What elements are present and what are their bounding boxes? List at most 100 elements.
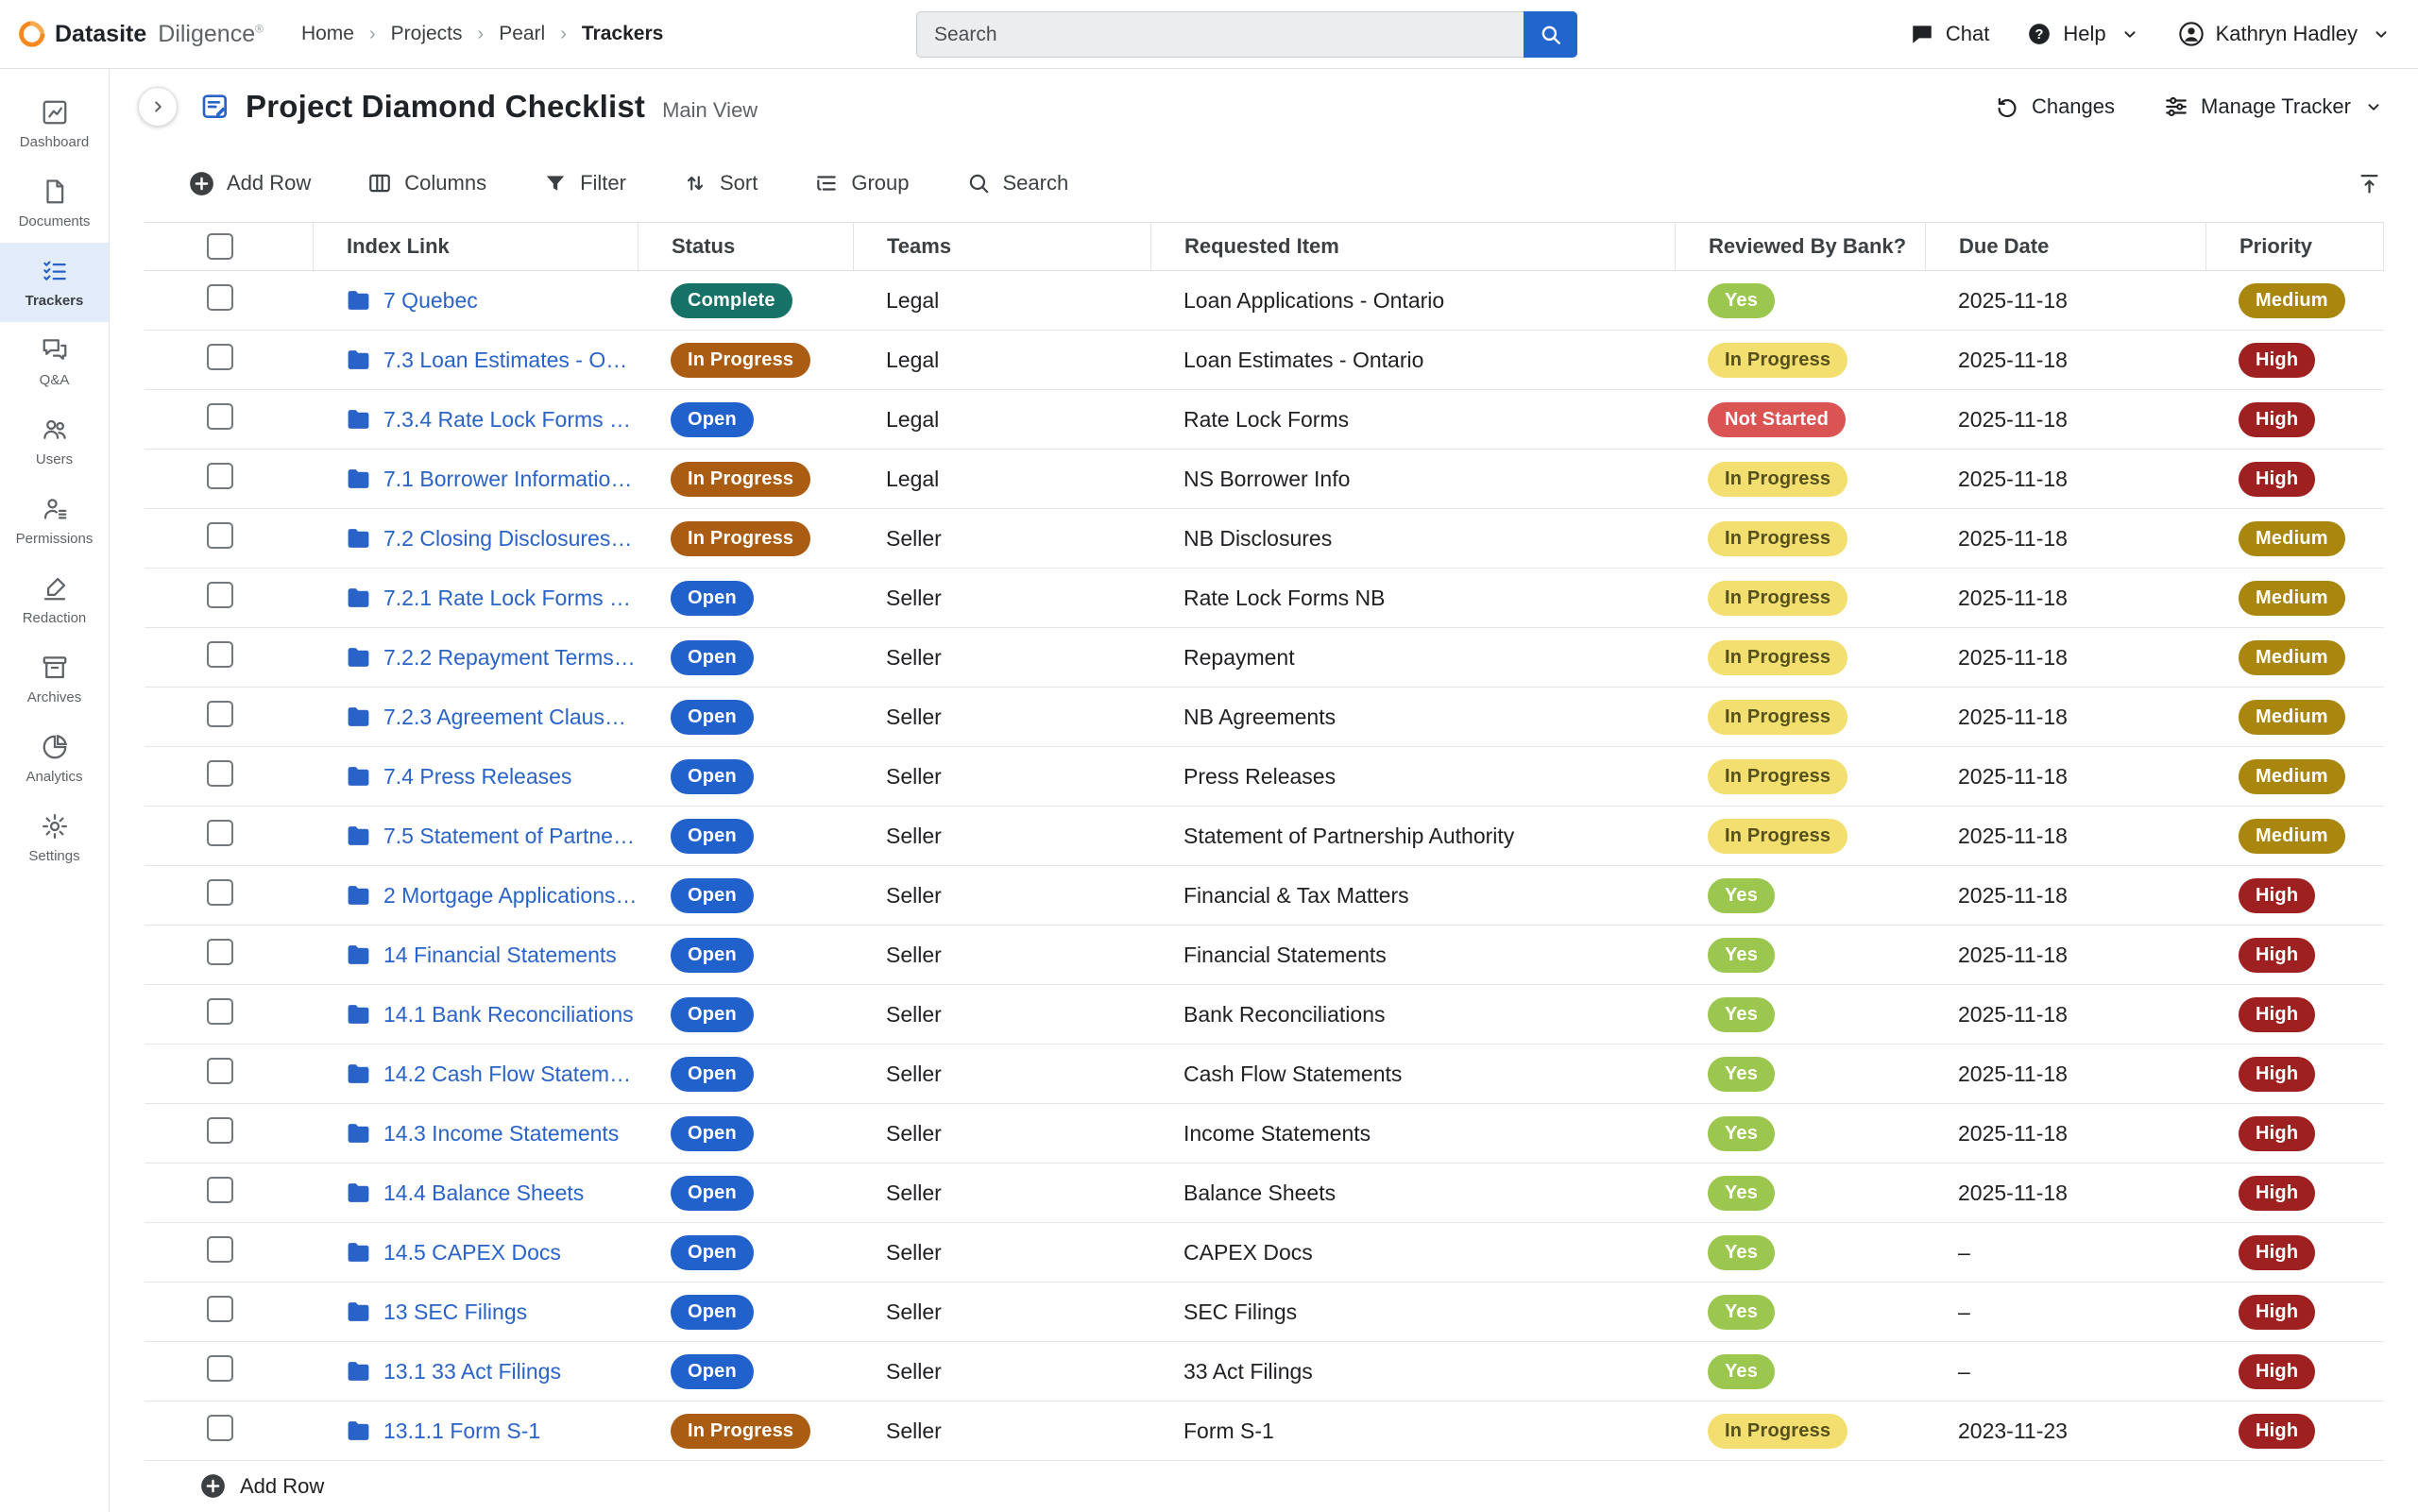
- due-date-cell[interactable]: –: [1925, 1300, 2205, 1325]
- review-pill[interactable]: In Progress: [1708, 462, 1848, 497]
- review-pill[interactable]: In Progress: [1708, 819, 1848, 854]
- column-header-status[interactable]: Status: [638, 223, 853, 270]
- requested-item-cell[interactable]: Cash Flow Statements: [1150, 1062, 1675, 1087]
- row-checkbox[interactable]: [207, 939, 233, 965]
- priority-pill[interactable]: High: [2239, 1116, 2315, 1151]
- index-link[interactable]: 14.5 CAPEX Docs: [383, 1240, 561, 1266]
- row-checkbox[interactable]: [207, 522, 233, 549]
- status-pill[interactable]: Open: [671, 1354, 754, 1389]
- table-row[interactable]: 13.1 33 Act Filings Open Seller 33 Act F…: [145, 1342, 2384, 1402]
- review-pill[interactable]: In Progress: [1708, 1414, 1848, 1449]
- team-cell[interactable]: Seller: [853, 883, 1150, 909]
- priority-pill[interactable]: High: [2239, 1295, 2315, 1330]
- review-pill[interactable]: In Progress: [1708, 700, 1848, 735]
- team-cell[interactable]: Seller: [853, 1181, 1150, 1206]
- column-header-reviewed-by-bank[interactable]: Reviewed By Bank?: [1675, 223, 1925, 270]
- review-pill[interactable]: Yes: [1708, 1057, 1775, 1092]
- table-row[interactable]: 7.2 Closing Disclosures - … In Progress …: [145, 509, 2384, 569]
- due-date-cell[interactable]: 2025-11-18: [1925, 1181, 2205, 1206]
- row-checkbox[interactable]: [207, 1355, 233, 1382]
- due-date-cell[interactable]: 2025-11-18: [1925, 645, 2205, 671]
- status-pill[interactable]: Open: [671, 581, 754, 616]
- status-pill[interactable]: In Progress: [671, 343, 810, 378]
- priority-pill[interactable]: High: [2239, 462, 2315, 497]
- status-pill[interactable]: Open: [671, 1235, 754, 1270]
- due-date-cell[interactable]: 2025-11-18: [1925, 586, 2205, 611]
- status-pill[interactable]: In Progress: [671, 462, 810, 497]
- sidebar-item-trackers[interactable]: Trackers: [0, 243, 109, 322]
- index-link[interactable]: 7.2.2 Repayment Terms - …: [383, 645, 638, 671]
- table-row[interactable]: 7 Quebec Complete Legal Loan Application…: [145, 271, 2384, 331]
- sidebar-item-analytics[interactable]: Analytics: [0, 719, 109, 798]
- index-link[interactable]: 7 Quebec: [383, 288, 478, 314]
- breadcrumb-home[interactable]: Home: [301, 23, 354, 45]
- row-checkbox[interactable]: [207, 463, 233, 489]
- row-checkbox[interactable]: [207, 1236, 233, 1263]
- review-pill[interactable]: In Progress: [1708, 343, 1848, 378]
- column-header-requested-item[interactable]: Requested Item: [1150, 223, 1675, 270]
- expand-panel-button[interactable]: [138, 87, 178, 127]
- status-pill[interactable]: Complete: [671, 283, 792, 318]
- status-pill[interactable]: Open: [671, 878, 754, 913]
- due-date-cell[interactable]: 2025-11-18: [1925, 883, 2205, 909]
- due-date-cell[interactable]: 2025-11-18: [1925, 288, 2205, 314]
- add-row-button[interactable]: Add Row: [189, 171, 311, 196]
- row-checkbox[interactable]: [207, 701, 233, 727]
- due-date-cell[interactable]: 2025-11-18: [1925, 764, 2205, 790]
- status-pill[interactable]: Open: [671, 402, 754, 437]
- row-checkbox[interactable]: [207, 344, 233, 370]
- row-checkbox[interactable]: [207, 284, 233, 311]
- sidebar-item-documents[interactable]: Documents: [0, 163, 109, 243]
- index-link[interactable]: 14.3 Income Statements: [383, 1121, 619, 1147]
- team-cell[interactable]: Seller: [853, 1359, 1150, 1385]
- breadcrumb-projects[interactable]: Projects: [391, 23, 463, 45]
- table-row[interactable]: 7.2.1 Rate Lock Forms - N… Open Seller R…: [145, 569, 2384, 628]
- column-header-priority[interactable]: Priority: [2205, 223, 2384, 270]
- table-row[interactable]: 14.2 Cash Flow Statements Open Seller Ca…: [145, 1045, 2384, 1104]
- review-pill[interactable]: Yes: [1708, 1295, 1775, 1330]
- table-row[interactable]: 14.5 CAPEX Docs Open Seller CAPEX Docs Y…: [145, 1223, 2384, 1283]
- table-row[interactable]: 7.4 Press Releases Open Seller Press Rel…: [145, 747, 2384, 807]
- row-checkbox[interactable]: [207, 1177, 233, 1203]
- index-link[interactable]: 14.4 Balance Sheets: [383, 1181, 584, 1206]
- sidebar-item-dashboard[interactable]: Dashboard: [0, 84, 109, 163]
- table-row[interactable]: 7.3.4 Rate Lock Forms - Q… Open Legal Ra…: [145, 390, 2384, 450]
- review-pill[interactable]: Yes: [1708, 878, 1775, 913]
- index-link[interactable]: 14.2 Cash Flow Statements: [383, 1062, 638, 1087]
- priority-pill[interactable]: Medium: [2239, 640, 2345, 675]
- breadcrumb-pearl[interactable]: Pearl: [499, 23, 545, 45]
- due-date-cell[interactable]: 2025-11-18: [1925, 943, 2205, 968]
- search-button[interactable]: [1524, 11, 1577, 58]
- team-cell[interactable]: Legal: [853, 348, 1150, 373]
- sidebar-item-redaction[interactable]: Redaction: [0, 560, 109, 639]
- review-pill[interactable]: Yes: [1708, 1235, 1775, 1270]
- team-cell[interactable]: Seller: [853, 1121, 1150, 1147]
- team-cell[interactable]: Seller: [853, 1240, 1150, 1266]
- requested-item-cell[interactable]: Balance Sheets: [1150, 1181, 1675, 1206]
- due-date-cell[interactable]: 2025-11-18: [1925, 1002, 2205, 1028]
- priority-pill[interactable]: High: [2239, 1057, 2315, 1092]
- team-cell[interactable]: Legal: [853, 467, 1150, 492]
- requested-item-cell[interactable]: Financial Statements: [1150, 943, 1675, 968]
- requested-item-cell[interactable]: NB Disclosures: [1150, 526, 1675, 552]
- due-date-cell[interactable]: 2025-11-18: [1925, 348, 2205, 373]
- requested-item-cell[interactable]: Bank Reconciliations: [1150, 1002, 1675, 1028]
- due-date-cell[interactable]: 2023-11-23: [1925, 1419, 2205, 1444]
- team-cell[interactable]: Seller: [853, 824, 1150, 849]
- review-pill[interactable]: In Progress: [1708, 521, 1848, 556]
- requested-item-cell[interactable]: Rate Lock Forms: [1150, 407, 1675, 433]
- search-input[interactable]: [916, 11, 1524, 58]
- review-pill[interactable]: In Progress: [1708, 759, 1848, 794]
- table-row[interactable]: 7.1 Borrower Information - … In Progress…: [145, 450, 2384, 509]
- status-pill[interactable]: In Progress: [671, 521, 810, 556]
- due-date-cell[interactable]: 2025-11-18: [1925, 526, 2205, 552]
- row-checkbox[interactable]: [207, 641, 233, 668]
- team-cell[interactable]: Seller: [853, 764, 1150, 790]
- table-row[interactable]: 7.2.2 Repayment Terms - … Open Seller Re…: [145, 628, 2384, 688]
- sort-button[interactable]: Sort: [683, 171, 758, 195]
- priority-pill[interactable]: Medium: [2239, 700, 2345, 735]
- team-cell[interactable]: Seller: [853, 526, 1150, 552]
- due-date-cell[interactable]: 2025-11-18: [1925, 824, 2205, 849]
- priority-pill[interactable]: Medium: [2239, 759, 2345, 794]
- review-pill[interactable]: In Progress: [1708, 640, 1848, 675]
